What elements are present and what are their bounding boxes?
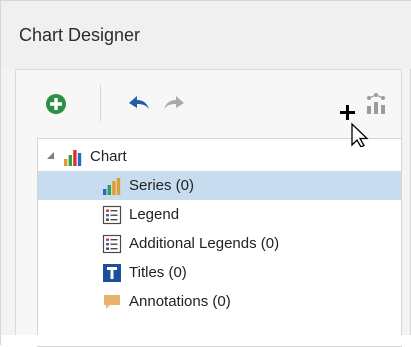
plus-circle-icon xyxy=(46,94,66,114)
add-button[interactable] xyxy=(44,92,68,116)
tree-item-additional-legends[interactable]: Additional Legends (0) xyxy=(38,229,401,258)
tree-item-annotations[interactable]: Annotations (0) xyxy=(38,287,401,316)
toolbar-separator xyxy=(100,85,101,121)
tree-item-label: Chart xyxy=(90,148,127,165)
tree-item-legend[interactable]: Legend xyxy=(38,200,401,229)
chart-designer-window: Chart Designer Chart Series (0) Legend A… xyxy=(0,0,411,347)
plus-cursor-icon xyxy=(340,105,369,148)
annotation-icon xyxy=(101,291,123,313)
tree-item-label: Titles (0) xyxy=(129,264,187,281)
legend-icon xyxy=(101,204,123,226)
undo-button[interactable] xyxy=(127,92,151,116)
window-title: Chart Designer xyxy=(19,25,141,45)
tree-item-label: Additional Legends (0) xyxy=(129,235,280,252)
chart-elements-tree[interactable]: Chart Series (0) Legend Additional Legen… xyxy=(37,138,402,347)
chart-bar-icon xyxy=(62,146,84,168)
tree-item-label: Legend xyxy=(129,206,180,223)
redo-button[interactable] xyxy=(162,92,186,116)
expand-collapse-icon[interactable] xyxy=(47,152,54,159)
tree-item-titles[interactable]: Titles (0) xyxy=(38,258,401,287)
redo-arrow-icon xyxy=(164,96,184,109)
torn-bottom-edge xyxy=(1,335,411,346)
tree-item-label: Series (0) xyxy=(129,177,195,194)
tree-item-series[interactable]: Series (0) xyxy=(38,171,401,200)
legend-icon xyxy=(101,233,123,255)
series-bar-icon xyxy=(101,175,123,197)
undo-arrow-icon xyxy=(129,96,149,109)
title-bar: Chart Designer xyxy=(1,1,411,69)
titles-icon xyxy=(101,262,123,284)
add-series-cursor xyxy=(340,103,370,148)
tree-item-label: Annotations (0) xyxy=(129,293,231,310)
